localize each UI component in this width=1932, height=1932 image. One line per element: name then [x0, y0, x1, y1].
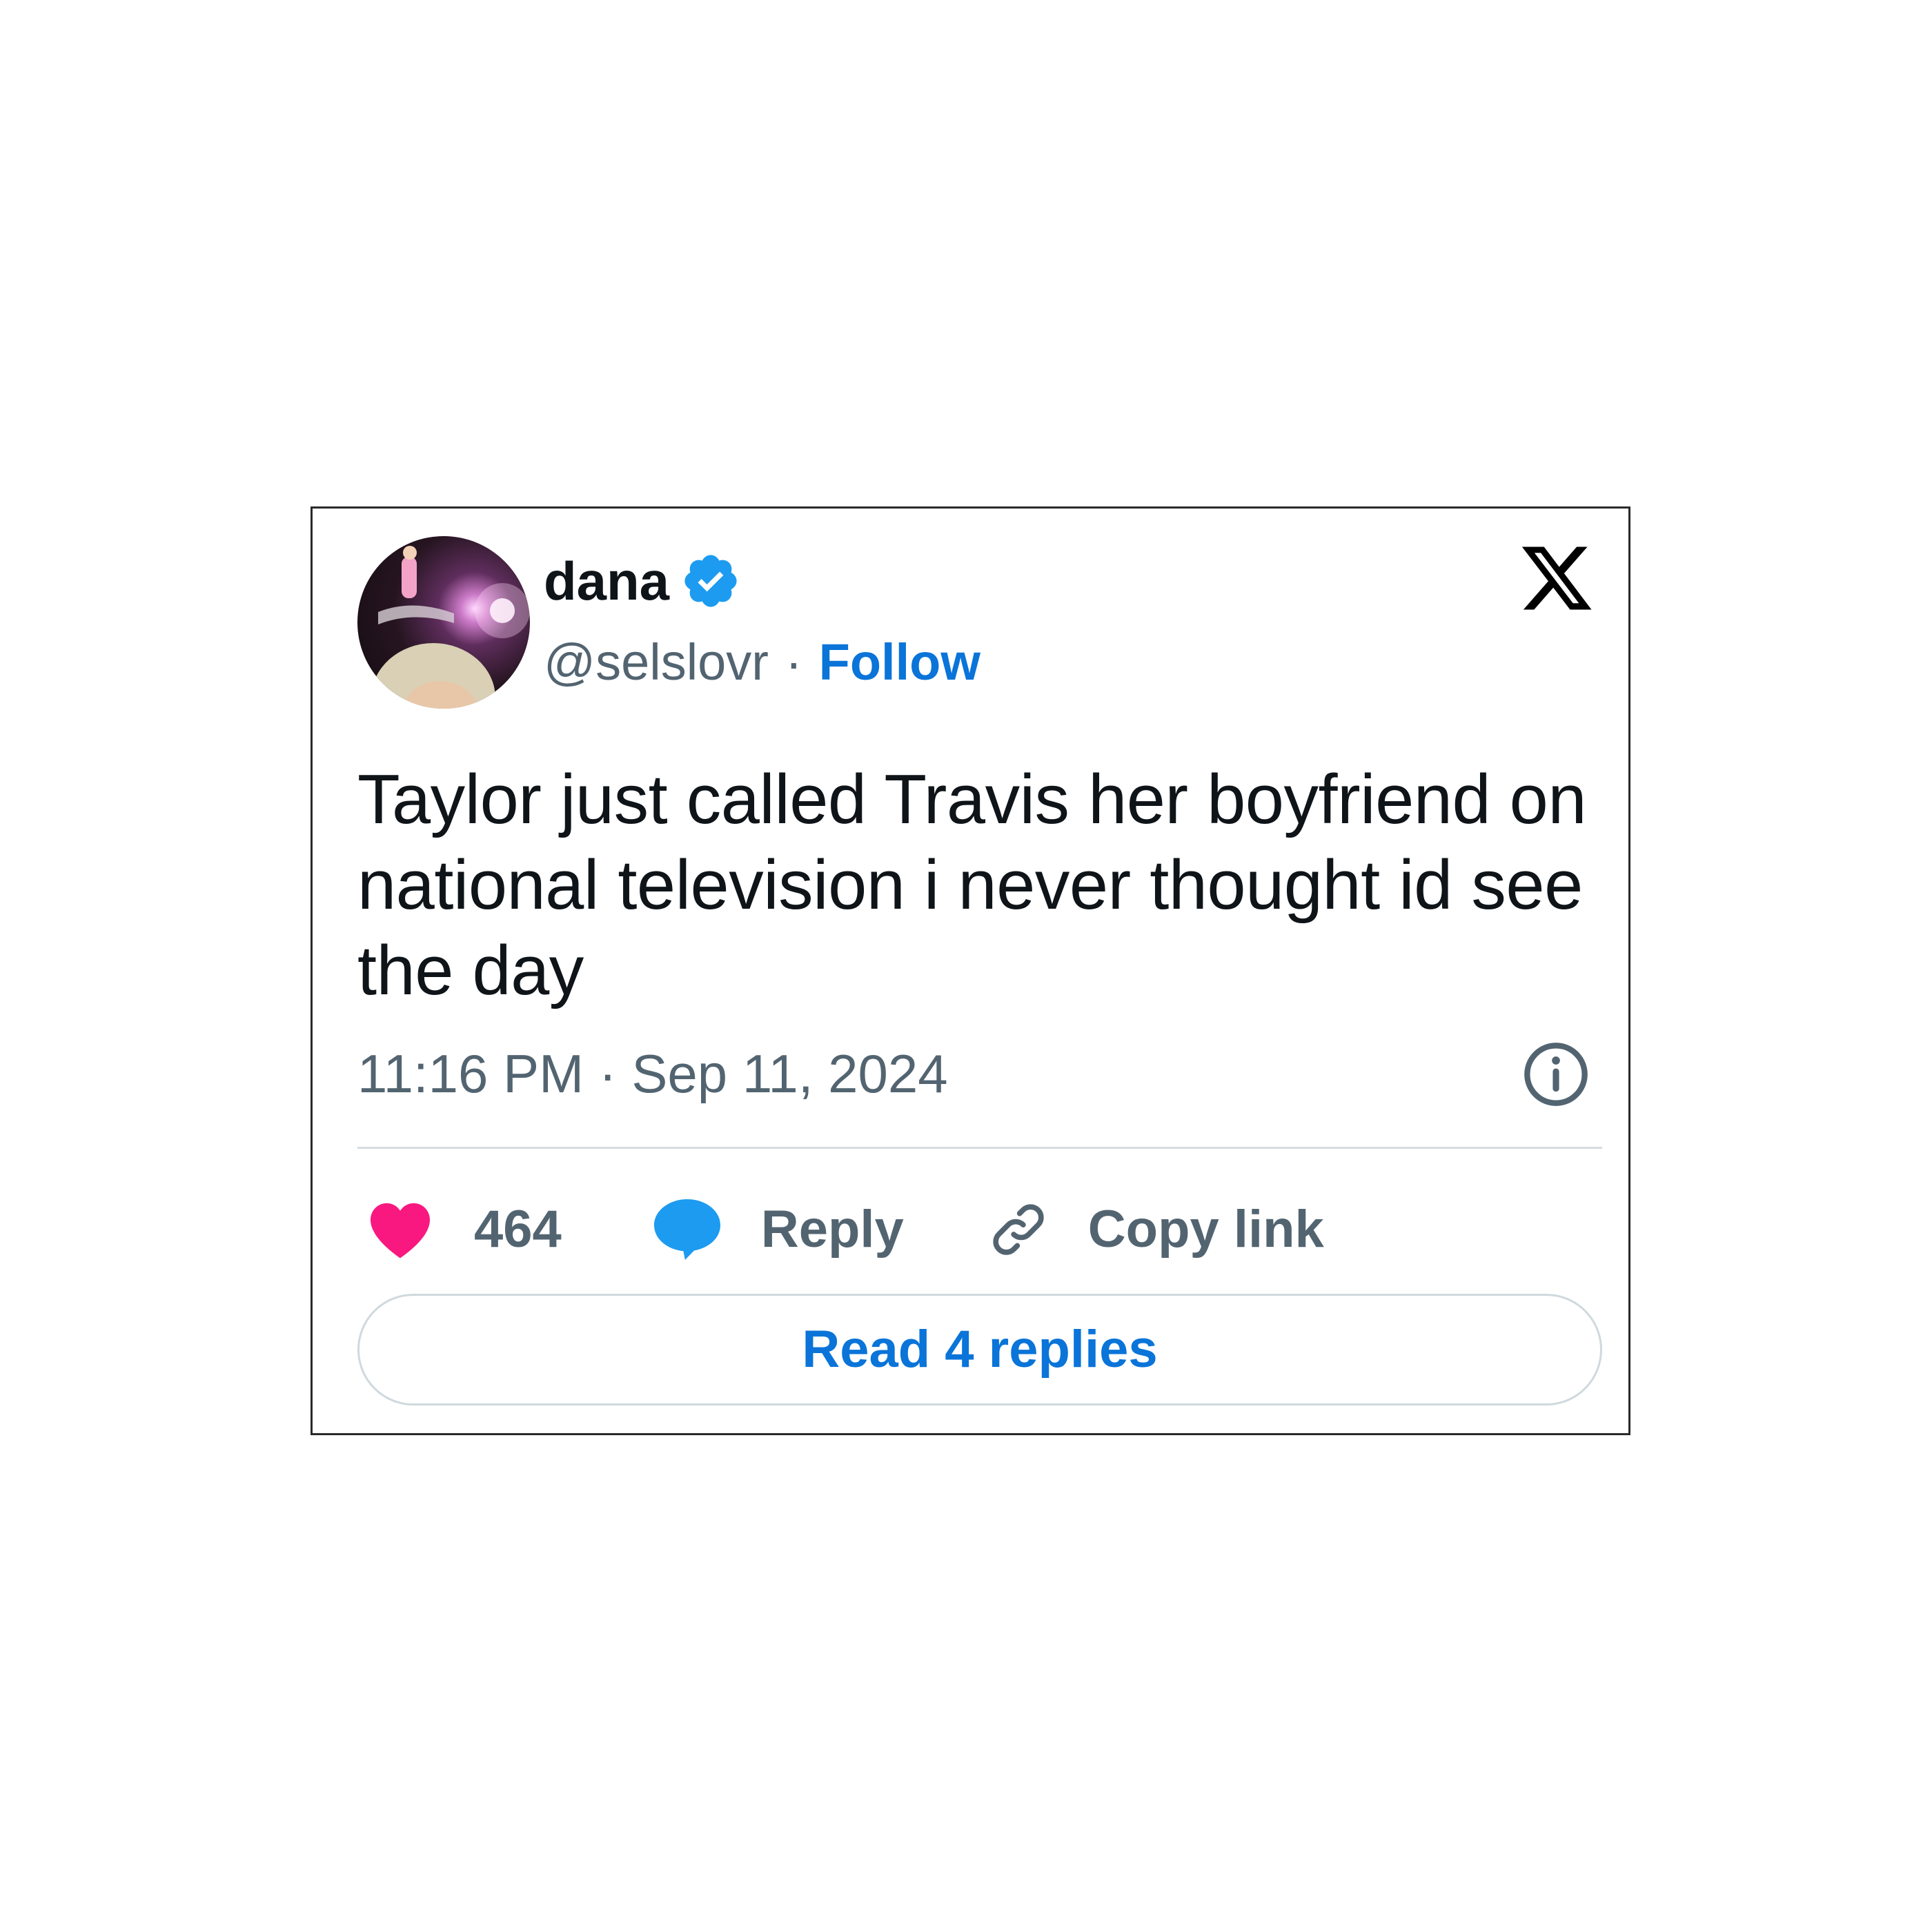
user-handle[interactable]: @selslovr	[544, 637, 769, 688]
like-button[interactable]: 464	[368, 1200, 562, 1259]
avatar[interactable]	[357, 536, 530, 709]
read-replies-button[interactable]: Read 4 replies	[357, 1294, 1602, 1406]
reply-label: Reply	[760, 1200, 904, 1259]
heart-icon	[371, 1203, 430, 1259]
tweet-text: Taylor just called Travis her boyfriend …	[357, 761, 1587, 1009]
avatar-photo	[371, 546, 530, 709]
copy-link-button[interactable]: Copy link	[987, 1198, 1324, 1261]
reply-bubble-icon	[653, 1199, 720, 1260]
x-logo-icon[interactable]	[1516, 540, 1597, 617]
tweet-card: dana @selslovr · Follow Taylor just call…	[310, 506, 1630, 1435]
reply-button[interactable]: Reply	[651, 1196, 904, 1263]
read-replies-label: Read 4 replies	[802, 1320, 1158, 1379]
action-bar: 464 Reply Copy link	[368, 1192, 1324, 1268]
handle-row: @selslovr · Follow	[544, 631, 980, 693]
divider	[357, 1147, 1602, 1149]
display-name[interactable]: dana	[544, 554, 669, 608]
follow-button[interactable]: Follow	[819, 637, 980, 688]
verified-badge-icon	[684, 555, 737, 607]
copy-link-label: Copy link	[1087, 1200, 1324, 1259]
like-count: 464	[474, 1200, 562, 1259]
link-icon	[993, 1204, 1044, 1255]
display-name-row: dana	[544, 550, 741, 612]
separator-dot: ·	[785, 633, 802, 691]
info-icon[interactable]	[1521, 1040, 1590, 1109]
tweet-timestamp[interactable]: 11:16 PM · Sep 11, 2024	[357, 1047, 948, 1101]
